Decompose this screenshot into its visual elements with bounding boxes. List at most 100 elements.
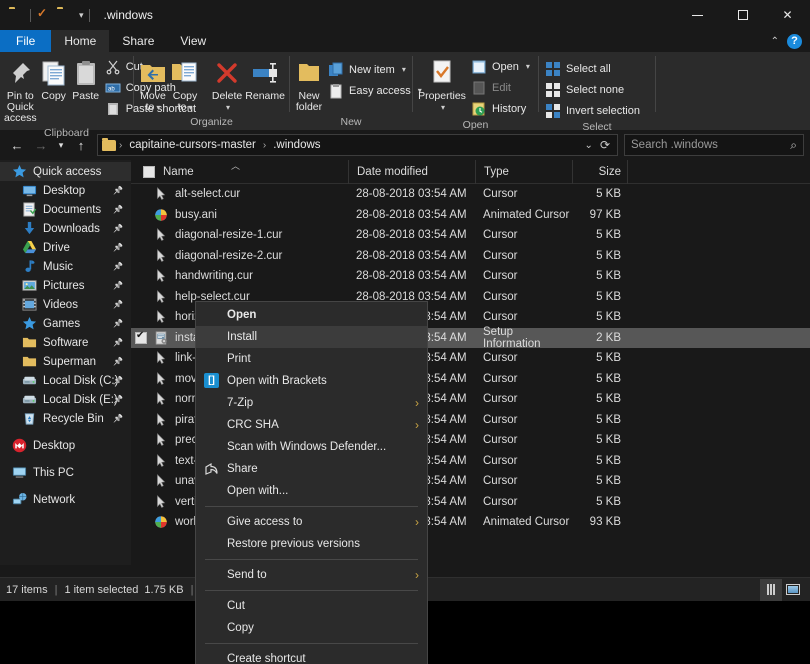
details-view-button[interactable] — [760, 578, 782, 601]
chevron-down-icon[interactable]: ▾ — [79, 10, 84, 21]
chevron-down-icon[interactable]: ▾ — [226, 103, 230, 112]
column-header-size[interactable]: Size — [572, 160, 627, 184]
pin-icon[interactable]: 📌 — [113, 414, 123, 423]
sidebar-item-desktop[interactable]: Desktop 📌 — [0, 181, 131, 200]
table-row[interactable]: diagonal-resize-1.cur 28-08-2018 03:54 AM… — [131, 225, 810, 246]
menu-item-open-with-brackets[interactable]: [] Open with Brackets — [196, 370, 427, 392]
chevron-down-icon[interactable]: ⌄ — [585, 140, 593, 151]
new-item-button[interactable]: New item ▾ — [325, 59, 427, 80]
sidebar-item-desktop[interactable]: Desktop — [0, 436, 131, 455]
move-to-button[interactable]: Move to ▾ — [137, 55, 169, 116]
sidebar-item-games[interactable]: Games 📌 — [0, 314, 131, 333]
pin-icon[interactable]: 📌 — [113, 262, 123, 271]
select-all-button[interactable]: Select all — [542, 58, 645, 79]
minimize-button[interactable] — [675, 0, 720, 30]
pin-icon[interactable]: 📌 — [113, 395, 123, 404]
properties-button[interactable]: Properties ▾ — [416, 55, 468, 116]
easy-access-button[interactable]: Easy access ▾ — [325, 80, 427, 101]
chevron-down-icon[interactable]: ▾ — [441, 103, 445, 112]
table-row[interactable]: diagonal-resize-2.cur 28-08-2018 03:54 AM… — [131, 246, 810, 267]
sidebar-item-superman[interactable]: Superman 📌 — [0, 352, 131, 371]
pin-icon[interactable]: 📌 — [113, 281, 123, 290]
tab-view[interactable]: View — [167, 30, 219, 52]
folder-icon[interactable] — [9, 7, 25, 23]
pin-icon[interactable]: 📌 — [113, 224, 123, 233]
search-box[interactable]: ⌕ — [624, 134, 804, 156]
new-folder-button[interactable]: New folder — [293, 55, 325, 116]
pin-icon[interactable]: 📌 — [113, 205, 123, 214]
breadcrumb[interactable]: › capitaine-cursors-master › .windows ⌄ … — [97, 134, 618, 156]
pin-icon[interactable]: 📌 — [113, 319, 123, 328]
column-header-name[interactable]: Name ︿ — [131, 160, 348, 184]
select-none-button[interactable]: Select none — [542, 79, 645, 100]
maximize-button[interactable] — [720, 0, 765, 30]
select-all-checkbox[interactable] — [143, 165, 155, 178]
sidebar-item-videos[interactable]: Videos 📌 — [0, 295, 131, 314]
pin-icon[interactable]: 📌 — [113, 357, 123, 366]
menu-item-give-access-to[interactable]: Give access to › — [196, 511, 427, 533]
delete-button[interactable]: Delete ▾ — [210, 55, 244, 116]
pin-to-quick-access-button[interactable]: Pin to Quick access — [3, 55, 38, 127]
breadcrumb-item-1[interactable]: .windows — [269, 138, 324, 152]
sidebar-item-this-pc[interactable]: This PC — [0, 463, 131, 482]
row-checkbox[interactable] — [135, 330, 147, 344]
history-button[interactable]: History — [468, 98, 535, 119]
sidebar-item-local-disk-c[interactable]: Local Disk (C:) 📌 — [0, 371, 131, 390]
chevron-down-icon[interactable]: ▾ — [188, 103, 192, 112]
tab-share[interactable]: Share — [109, 30, 167, 52]
breadcrumb-item-0[interactable]: capitaine-cursors-master — [125, 138, 260, 152]
menu-item-crc-sha[interactable]: CRC SHA › — [196, 414, 427, 436]
pin-icon[interactable]: 📌 — [113, 243, 123, 252]
large-icons-view-button[interactable] — [782, 579, 804, 601]
pin-icon[interactable]: 📌 — [113, 376, 123, 385]
sidebar-item-quick-access[interactable]: Quick access — [0, 162, 131, 181]
open-button[interactable]: Open ▾ — [468, 56, 535, 77]
menu-item-install[interactable]: Install — [196, 326, 427, 348]
properties-icon[interactable] — [36, 7, 52, 23]
pin-icon[interactable]: 📌 — [113, 186, 123, 195]
table-row[interactable]: busy.ani 28-08-2018 03:54 AM Animated Curs… — [131, 205, 810, 226]
sidebar-item-downloads[interactable]: Downloads 📌 — [0, 219, 131, 238]
invert-selection-button[interactable]: Invert selection — [542, 100, 645, 121]
folder-icon[interactable] — [57, 7, 73, 23]
close-button[interactable]: ✕ — [765, 0, 810, 30]
tab-file[interactable]: File — [0, 30, 52, 52]
copy-button[interactable]: Copy — [38, 55, 70, 105]
chevron-down-icon[interactable]: ▾ — [402, 65, 406, 74]
paste-button[interactable]: Paste — [70, 55, 102, 105]
sidebar-item-recycle-bin[interactable]: Recycle Bin 📌 — [0, 409, 131, 428]
menu-item-share[interactable]: Share — [196, 458, 427, 480]
pin-icon[interactable]: 📌 — [113, 300, 123, 309]
menu-item-cut[interactable]: Cut — [196, 595, 427, 617]
menu-item-print[interactable]: Print — [196, 348, 427, 370]
sidebar-item-music[interactable]: Music 📌 — [0, 257, 131, 276]
pin-icon[interactable]: 📌 — [113, 338, 123, 347]
help-icon[interactable]: ? — [787, 33, 802, 49]
tab-home[interactable]: Home — [51, 30, 110, 52]
refresh-icon[interactable]: ⟳ — [600, 138, 610, 152]
chevron-up-icon[interactable]: ⌃ — [771, 36, 779, 47]
edit-button[interactable]: Edit — [468, 77, 535, 98]
menu-item-send-to[interactable]: Send to › — [196, 564, 427, 586]
sidebar-item-drive[interactable]: Drive 📌 — [0, 238, 131, 257]
menu-item-open[interactable]: Open — [196, 304, 427, 326]
sidebar-item-network[interactable]: Network — [0, 490, 131, 509]
menu-item-create-shortcut[interactable]: Create shortcut — [196, 648, 427, 664]
search-icon[interactable]: ⌕ — [790, 138, 797, 153]
rename-button[interactable]: Rename — [244, 55, 286, 105]
chevron-down-icon[interactable]: ▾ — [526, 62, 530, 71]
search-input[interactable] — [631, 139, 776, 151]
chevron-down-icon[interactable]: ▾ — [156, 103, 160, 112]
sidebar-item-local-disk-e[interactable]: Local Disk (E:) 📌 — [0, 390, 131, 409]
column-header-date-modified[interactable]: Date modified — [348, 160, 475, 184]
menu-item-copy[interactable]: Copy — [196, 617, 427, 639]
column-header-type[interactable]: Type — [475, 160, 572, 184]
menu-item-open-with[interactable]: Open with... — [196, 480, 427, 502]
menu-item-restore-previous-versions[interactable]: Restore previous versions — [196, 533, 427, 555]
menu-item-7-zip[interactable]: 7-Zip › — [196, 392, 427, 414]
sidebar-item-software[interactable]: Software 📌 — [0, 333, 131, 352]
sidebar-item-documents[interactable]: Documents 📌 — [0, 200, 131, 219]
copy-to-button[interactable]: Copy to ▾ — [169, 55, 201, 116]
table-row[interactable]: handwriting.cur 28-08-2018 03:54 AM Cursor… — [131, 266, 810, 287]
sidebar-item-pictures[interactable]: Pictures 📌 — [0, 276, 131, 295]
